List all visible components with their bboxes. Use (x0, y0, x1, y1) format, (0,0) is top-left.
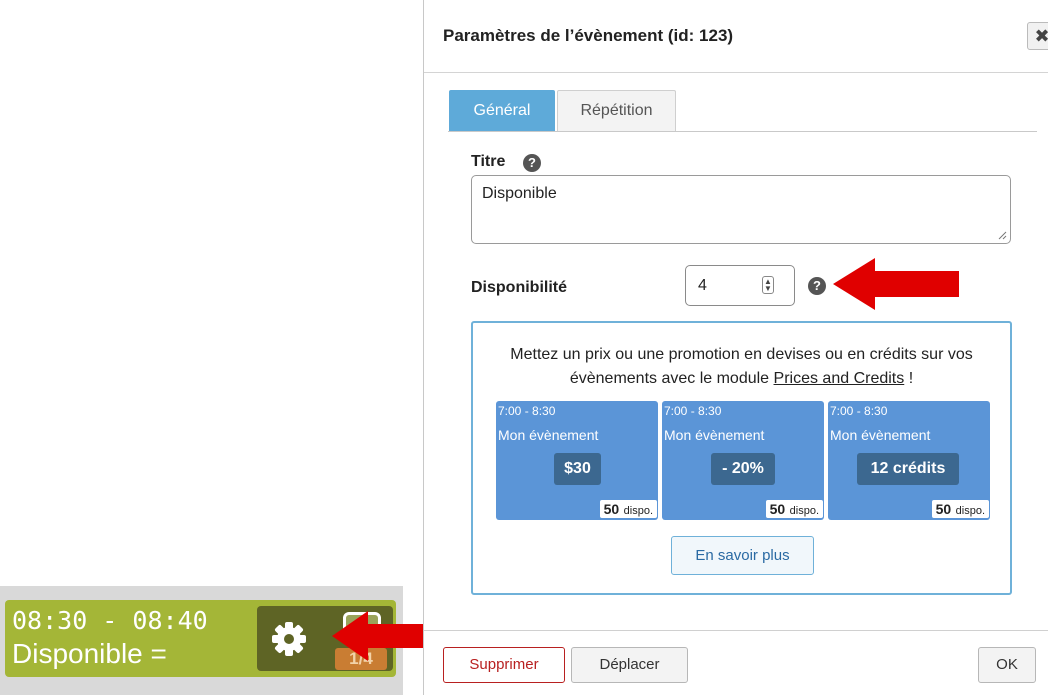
promo-card-time: 7:00 - 8:30 (664, 404, 722, 418)
tab-repetition[interactable]: Répétition (557, 90, 676, 131)
delete-button[interactable]: Supprimer (443, 647, 565, 683)
spinner-arrows-icon[interactable]: ▲ ▼ (762, 276, 774, 294)
prices-credits-link[interactable]: Prices and Credits (774, 370, 905, 387)
move-button[interactable]: Déplacer (571, 647, 688, 683)
promo-text-after: ! (908, 370, 914, 387)
help-icon-availability[interactable]: ? (808, 277, 826, 295)
resize-grip-icon[interactable] (998, 231, 1007, 240)
gear-icon[interactable] (270, 620, 308, 658)
arrow-annotation-help (833, 258, 959, 310)
promo-text-before: Mettez un prix ou une promotion en devis… (510, 346, 973, 387)
promo-card-dispo: 50 dispo. (931, 500, 989, 518)
promo-card-dispo: 50 dispo. (765, 500, 823, 518)
event-settings-dialog: Paramètres de l’évènement (id: 123) ✖ Gé… (423, 0, 1048, 695)
close-icon[interactable]: ✖ (1027, 22, 1048, 50)
promo-card: 7:00 - 8:30 Mon évènement 12 crédits 50 … (828, 401, 990, 520)
availability-value: 4 (698, 277, 707, 294)
promo-card-name: Mon évènement (830, 427, 931, 443)
promo-card-name: Mon évènement (498, 427, 599, 443)
title-label: Titre (471, 153, 506, 170)
help-icon-title[interactable]: ? (523, 154, 541, 172)
ok-button[interactable]: OK (978, 647, 1036, 683)
promo-card-name: Mon évènement (664, 427, 765, 443)
dialog-title: Paramètres de l’évènement (id: 123) (443, 26, 734, 45)
event-time: 08:30 - 08:40 (12, 606, 208, 635)
promo-card-dispo: 50 dispo. (599, 500, 657, 518)
promo-card-price: 12 crédits (857, 453, 959, 485)
title-field-value: Disponible (482, 185, 557, 202)
promo-card: 7:00 - 8:30 Mon évènement $30 50 dispo. (496, 401, 658, 520)
tab-bar: Général Répétition (448, 90, 1037, 132)
learn-more-button[interactable]: En savoir plus (671, 536, 814, 575)
promo-text: Mettez un prix ou une promotion en devis… (473, 343, 1010, 391)
promo-card-time: 7:00 - 8:30 (830, 404, 888, 418)
dialog-footer: Supprimer Déplacer OK (424, 630, 1048, 696)
promo-box: Mettez un prix ou une promotion en devis… (471, 321, 1012, 595)
promo-card-price: - 20% (711, 453, 775, 485)
promo-card: 7:00 - 8:30 Mon évènement - 20% 50 dispo… (662, 401, 824, 520)
event-title: Disponible = (12, 638, 167, 669)
dialog-header: Paramètres de l’évènement (id: 123) ✖ (424, 0, 1048, 73)
availability-label: Disponibilité (471, 279, 567, 296)
tab-general[interactable]: Général (449, 90, 555, 131)
availability-stepper[interactable]: 4 ▲ ▼ (685, 265, 795, 306)
promo-card-price: $30 (554, 453, 601, 485)
promo-card-time: 7:00 - 8:30 (498, 404, 556, 418)
title-field[interactable]: Disponible (471, 175, 1011, 244)
